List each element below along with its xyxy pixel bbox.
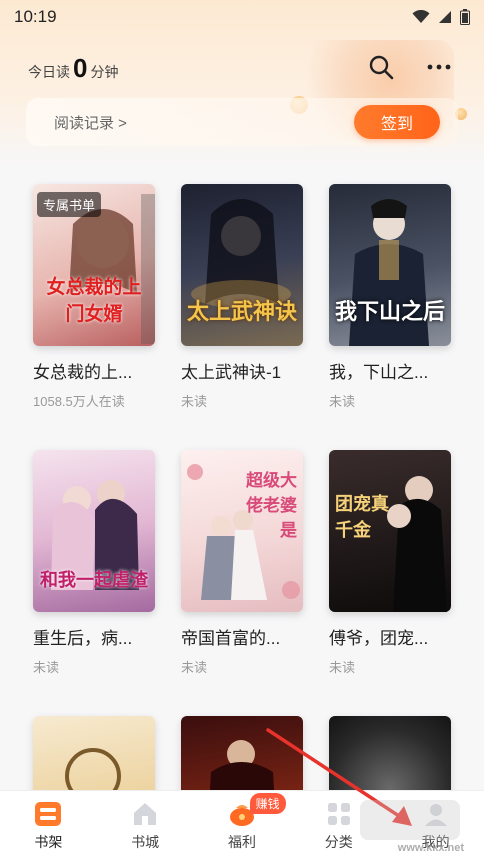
book-status: 未读 [181, 660, 208, 675]
book-reading-count: 1058.5万人在读 [33, 394, 125, 409]
reading-record-link[interactable]: 阅读记录 > [54, 112, 127, 133]
signal-icon [439, 11, 451, 23]
battery-icon [460, 9, 470, 25]
more-icon[interactable] [424, 52, 454, 82]
book-title: 傅爷，团宠... [329, 629, 429, 648]
book-status: 未读 [329, 394, 356, 409]
cover-title-art: 和我一起虐渣 [40, 570, 148, 591]
cover-title-art: 女总裁的上门女婿 [46, 276, 142, 325]
status-time: 10:19 [14, 7, 57, 26]
exclusive-list-badge: 专属书单 [37, 192, 102, 217]
book-status: 未读 [181, 394, 208, 409]
book-cover[interactable]: 女总裁的上门女婿 专属书单 [33, 184, 155, 346]
reading-minutes: 0 [73, 53, 88, 83]
book-cover[interactable]: 超级大佬老婆是 [181, 450, 303, 612]
book-cover[interactable]: 太上武神诀 [181, 184, 303, 346]
watermark-logo [360, 800, 460, 840]
tab-label: 书架 [34, 834, 63, 850]
cover-title-art: 超级大佬老婆是 [246, 471, 297, 541]
tab-welfare[interactable]: 赚钱 福利 [194, 791, 291, 860]
tab-bookstore[interactable]: 书城 [97, 791, 194, 860]
search-icon[interactable] [366, 52, 396, 82]
reading-time-prefix: 今日读 [28, 64, 70, 80]
tab-bookshelf[interactable]: 书架 [0, 791, 97, 860]
book-item[interactable]: 和我一起虐渣 重生后，病... 未读 [33, 450, 157, 676]
book-cover[interactable]: 我下山之后 [329, 184, 451, 346]
book-title: 女总裁的上... [33, 363, 133, 382]
book-item[interactable]: 团宠真千金 傅爷，团宠... 未读 [329, 450, 453, 676]
tab-label: 福利 [227, 834, 256, 850]
reading-time: 今日读 0 分钟 [28, 55, 118, 82]
watermark-text: www.kkx.net [397, 842, 464, 854]
book-title: 太上武神诀-1 [181, 363, 282, 382]
book-status: 未读 [329, 660, 356, 675]
status-bar: 10:19 [0, 0, 484, 34]
wifi-icon [412, 10, 430, 23]
checkin-button[interactable]: 签到 [354, 105, 440, 139]
bookshelf-icon [34, 801, 62, 827]
book-title: 我，下山之... [329, 363, 429, 382]
book-item[interactable]: 太上武神诀 太上武神诀-1 未读 [181, 184, 305, 410]
cover-title-art: 太上武神诀 [187, 299, 298, 325]
book-item[interactable]: 超级大佬老婆是 帝国首富的... 未读 [181, 450, 305, 676]
book-cover[interactable]: 和我一起虐渣 [33, 450, 155, 612]
reading-time-suffix: 分钟 [90, 64, 119, 80]
tab-label: 书城 [131, 834, 160, 850]
book-title: 帝国首富的... [181, 629, 281, 648]
reading-record-card[interactable]: 阅读记录 > 签到 [26, 98, 458, 146]
bookstore-icon [131, 801, 159, 827]
book-cover[interactable]: 团宠真千金 [329, 450, 451, 612]
book-item[interactable]: 女总裁的上门女婿 专属书单 女总裁的上... 1058.5万人在读 [33, 184, 157, 410]
status-icons [412, 9, 470, 25]
tab-label: 分类 [324, 834, 353, 850]
cover-title-art: 我下山之后 [335, 299, 446, 325]
book-status: 未读 [33, 660, 60, 675]
cover-title-art: 团宠真千金 [335, 494, 389, 541]
book-item[interactable]: 我下山之后 我，下山之... 未读 [329, 184, 453, 410]
category-icon [325, 801, 353, 827]
book-title: 重生后，病... [33, 629, 133, 648]
earn-money-badge: 赚钱 [249, 793, 286, 814]
